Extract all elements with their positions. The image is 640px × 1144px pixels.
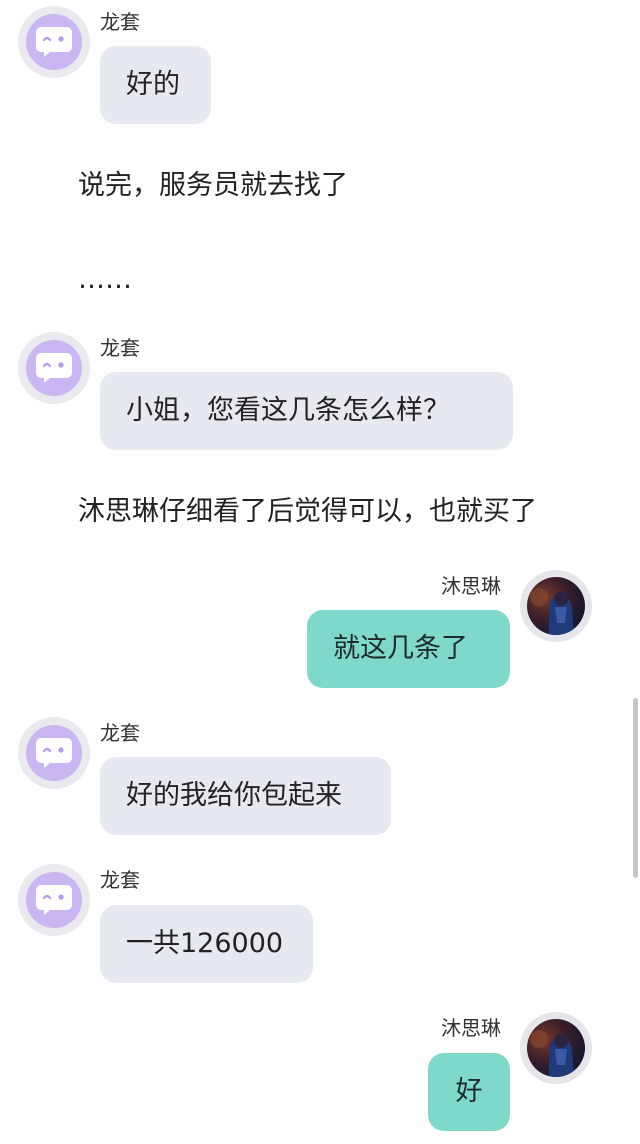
chat-bubble-face-icon xyxy=(26,725,82,781)
user-avatar[interactable] xyxy=(520,570,592,642)
sender-name: 沐思琳 xyxy=(441,574,501,598)
sender-name: 龙套 xyxy=(100,10,140,34)
bot-avatar[interactable] xyxy=(18,717,90,789)
message-bubble[interactable]: 小姐，您看这几条怎么样？ xyxy=(100,372,513,450)
message-bubble[interactable]: 好的我给你包起来 xyxy=(100,757,391,835)
user-photo xyxy=(527,577,585,635)
bot-avatar[interactable] xyxy=(18,864,90,936)
user-photo xyxy=(527,1019,585,1077)
chat-bubble-face-icon xyxy=(26,872,82,928)
chat-bubble-face-icon xyxy=(26,14,82,70)
sender-name: 龙套 xyxy=(100,336,140,360)
sender-name: 龙套 xyxy=(100,868,140,892)
message-bubble[interactable]: 一共126000 xyxy=(100,905,313,983)
narration-ellipsis: …… xyxy=(78,264,132,295)
message-bubble[interactable]: 好 xyxy=(428,1053,510,1131)
sender-name: 龙套 xyxy=(100,721,140,745)
scrollbar[interactable] xyxy=(633,698,638,878)
sender-name: 沐思琳 xyxy=(441,1016,501,1040)
message-bubble[interactable]: 好的 xyxy=(100,46,211,124)
narration-text: 沐思琳仔细看了后觉得可以，也就买了 xyxy=(78,496,537,527)
user-avatar[interactable] xyxy=(520,1012,592,1084)
message-bubble[interactable]: 就这几条了 xyxy=(307,610,510,688)
narration-text: 说完，服务员就去找了 xyxy=(78,170,348,201)
chat-bubble-face-icon xyxy=(26,340,82,396)
bot-avatar[interactable] xyxy=(18,6,90,78)
bot-avatar[interactable] xyxy=(18,332,90,404)
